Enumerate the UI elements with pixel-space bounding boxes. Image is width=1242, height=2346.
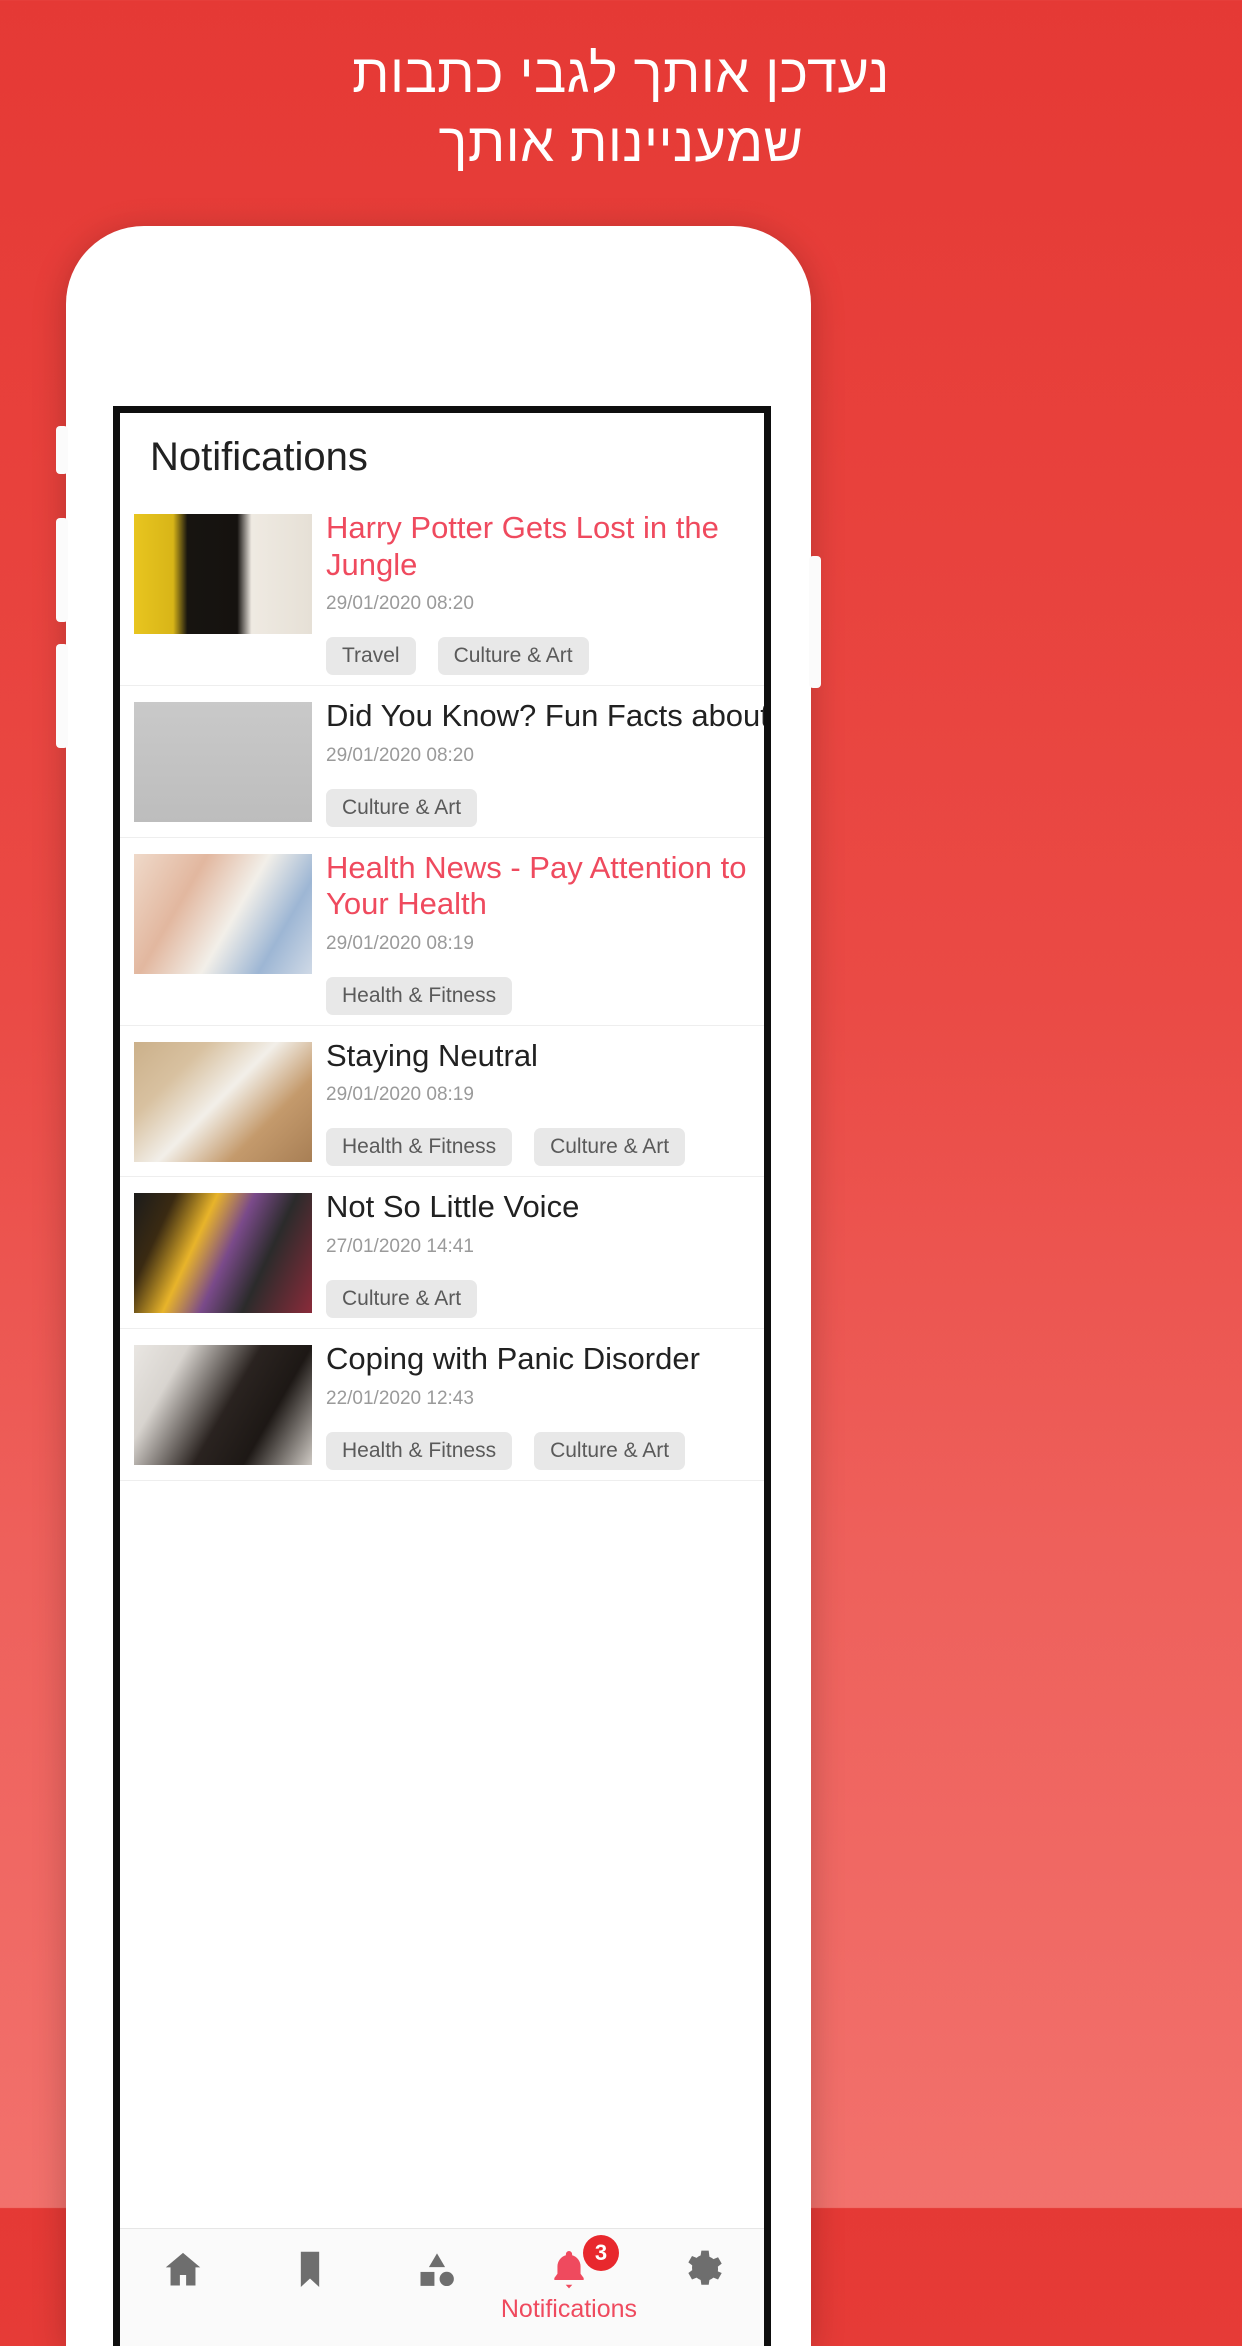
- nav-item-label: Notifications: [500, 2295, 638, 2323]
- category-tag[interactable]: Culture & Art: [437, 637, 589, 676]
- headline-line-1: נעדכן אותך לגבי כתבות: [352, 44, 890, 104]
- notification-timestamp: 29/01/2020 08:19: [326, 1084, 474, 1106]
- category-tag[interactable]: Health & Fitness: [326, 1128, 513, 1167]
- notification-item[interactable]: Health News - Pay Attention to Your Heal…: [120, 838, 764, 1026]
- notification-timestamp: 29/01/2020 08:19: [326, 932, 474, 954]
- nav-item-shapes[interactable]: [374, 2229, 501, 2291]
- volume-down-button[interactable]: [56, 644, 68, 748]
- category-tag[interactable]: Culture & Art: [534, 1431, 686, 1470]
- notification-tags: Culture & Art: [326, 1280, 750, 1319]
- notification-tags: Travel Culture & Art: [326, 637, 750, 676]
- notification-title[interactable]: Did You Know? Fun Facts about Popcorn: [326, 698, 764, 735]
- notification-badge: 3: [582, 2235, 619, 2271]
- notification-thumbnail: [134, 702, 312, 823]
- bottom-navigation[interactable]: 3 Notifications: [120, 2228, 764, 2346]
- notification-timestamp: 29/01/2020 08:20: [326, 744, 474, 766]
- headline-line-2: שמעניינות אותך: [438, 113, 804, 174]
- category-tag[interactable]: Travel: [326, 637, 416, 676]
- notification-item[interactable]: Staying Neutral 29/01/2020 08:19 Health & …: [120, 1026, 764, 1178]
- notification-tags: Culture & Art: [326, 788, 750, 827]
- category-tag[interactable]: Culture & Art: [326, 788, 478, 827]
- notification-thumbnail: [134, 1345, 312, 1466]
- category-tag[interactable]: Culture & Art: [326, 1280, 478, 1319]
- phone-screen: Notifications Harry Potter Gets Lost in …: [113, 406, 771, 2346]
- notification-body: Coping with Panic Disorder 22/01/2020 12:…: [312, 1341, 750, 1480]
- category-tag[interactable]: Health & Fitness: [326, 976, 513, 1015]
- notification-thumbnail: [134, 1041, 312, 1162]
- nav-item-gear[interactable]: [637, 2229, 764, 2291]
- notification-title[interactable]: Staying Neutral: [326, 1038, 750, 1075]
- mute-switch[interactable]: [56, 426, 68, 474]
- notification-timestamp: 29/01/2020 08:20: [326, 593, 474, 615]
- gear-icon[interactable]: [679, 2247, 723, 2291]
- notification-title[interactable]: Harry Potter Gets Lost in the Jungle: [326, 510, 750, 583]
- volume-up-button[interactable]: [56, 518, 68, 622]
- notification-item[interactable]: Did You Know? Fun Facts about Popcorn 29/…: [120, 686, 764, 838]
- notification-body: Not So Little Voice 27/01/2020 14:41 Cultu…: [312, 1189, 750, 1328]
- nav-item-home[interactable]: [120, 2229, 247, 2291]
- category-tag[interactable]: Health & Fitness: [326, 1431, 513, 1470]
- notification-body: Health News - Pay Attention to Your Heal…: [312, 850, 750, 1025]
- notification-title[interactable]: Health News - Pay Attention to Your Heal…: [326, 850, 750, 923]
- category-tag[interactable]: Culture & Art: [534, 1128, 686, 1167]
- notification-item[interactable]: Not So Little Voice 27/01/2020 14:41 Cultu…: [120, 1177, 764, 1330]
- nav-item-bell[interactable]: 3 Notifications: [501, 2229, 637, 2324]
- page-title: Notifications: [150, 435, 368, 479]
- notification-list[interactable]: Harry Potter Gets Lost in the Jungle 29/0…: [120, 498, 764, 1481]
- notification-timestamp: 27/01/2020 14:41: [326, 1236, 474, 1258]
- notification-tags: Health & Fitness: [326, 976, 750, 1015]
- notification-item[interactable]: Coping with Panic Disorder 22/01/2020 12:…: [120, 1329, 764, 1481]
- nav-item-bookmark[interactable]: [247, 2229, 374, 2291]
- promo-headline: נעדכן אותך לגבי כתבות שמעניינות אותך: [0, 40, 1242, 178]
- notification-thumbnail: [134, 514, 312, 634]
- notification-item[interactable]: Harry Potter Gets Lost in the Jungle 29/0…: [120, 498, 764, 687]
- notification-body: Staying Neutral 29/01/2020 08:19 Health & …: [312, 1038, 750, 1177]
- notification-body: Did You Know? Fun Facts about Popcorn 29/…: [312, 698, 764, 837]
- notification-title[interactable]: Coping with Panic Disorder: [326, 1341, 750, 1378]
- notification-tags: Health & Fitness Culture & Art: [326, 1431, 750, 1470]
- bookmark-icon[interactable]: [288, 2247, 332, 2291]
- notification-tags: Health & Fitness Culture & Art: [326, 1128, 750, 1167]
- home-icon[interactable]: [161, 2247, 205, 2291]
- notification-body: Harry Potter Gets Lost in the Jungle 29/0…: [312, 510, 750, 685]
- notification-thumbnail: [134, 1193, 312, 1314]
- phone-mockup: Notifications Harry Potter Gets Lost in …: [56, 226, 821, 2346]
- shapes-icon[interactable]: [415, 2247, 459, 2291]
- notification-title[interactable]: Not So Little Voice: [326, 1189, 750, 1226]
- notification-timestamp: 22/01/2020 12:43: [326, 1387, 474, 1409]
- power-button[interactable]: [809, 556, 821, 688]
- notification-thumbnail: [134, 853, 312, 974]
